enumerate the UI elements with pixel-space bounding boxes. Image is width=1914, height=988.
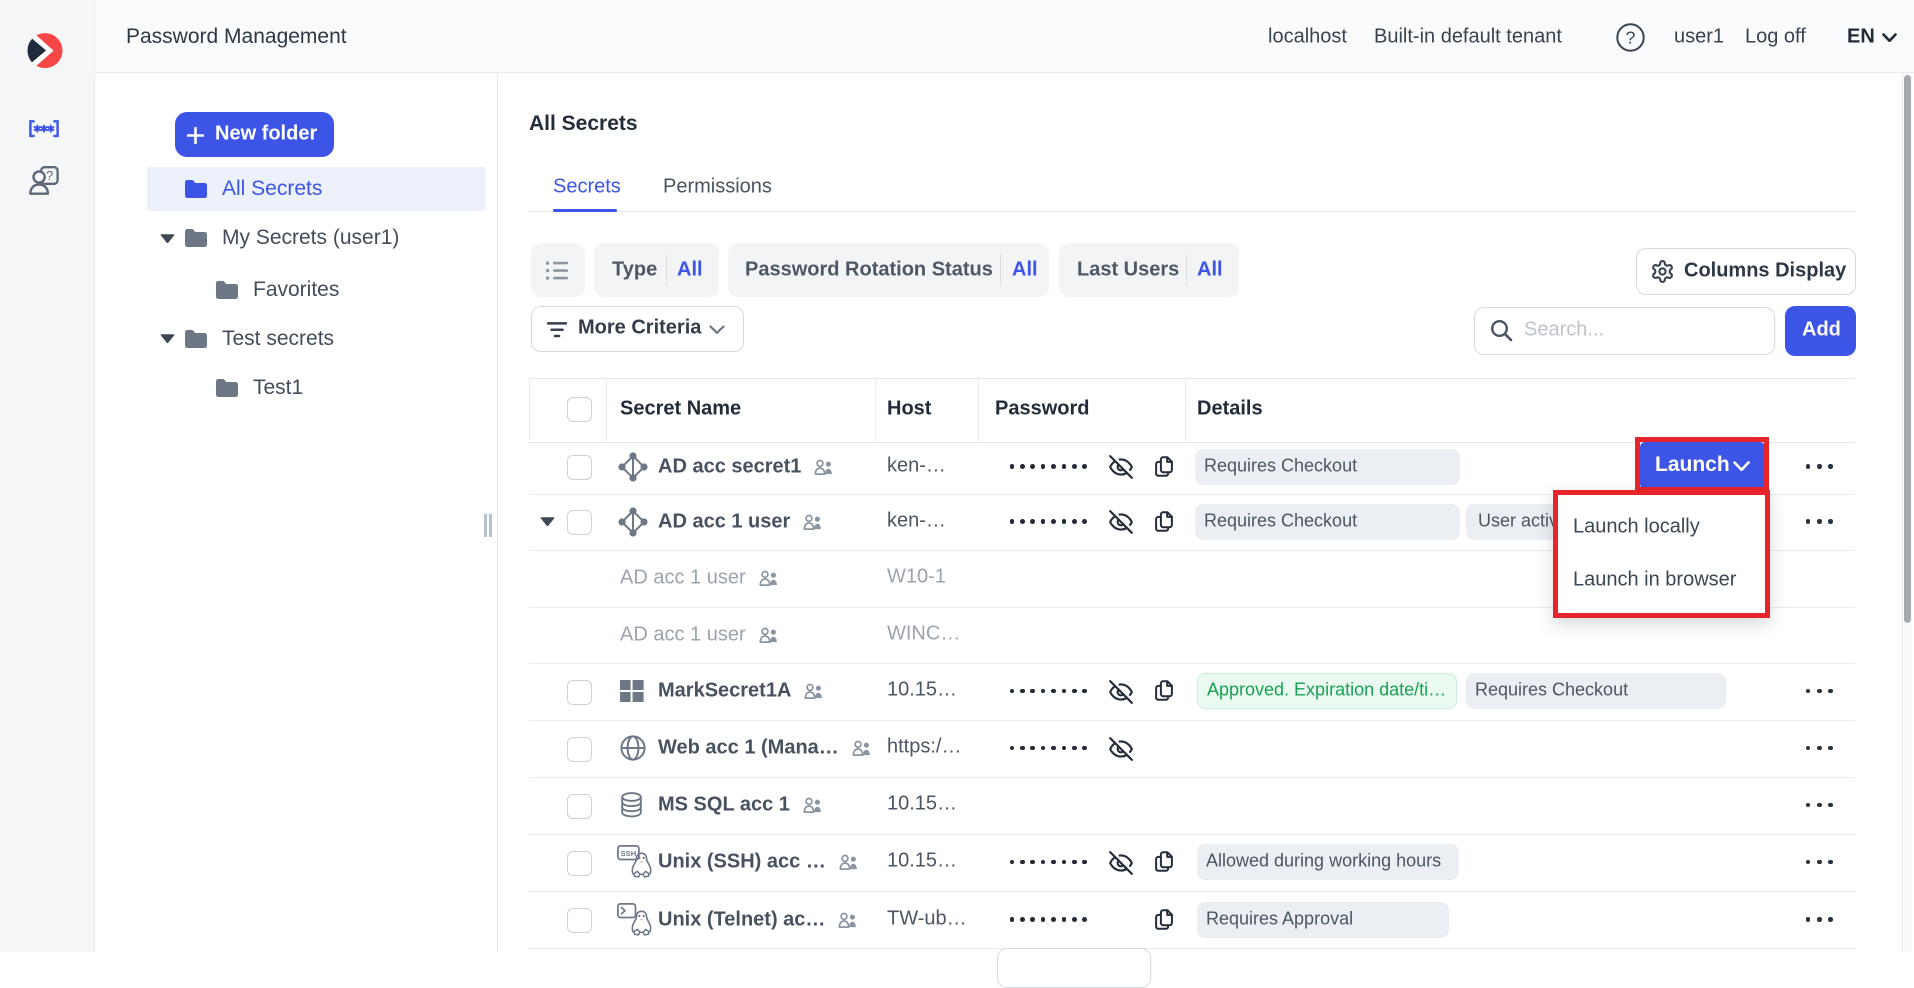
svg-text:?: ? xyxy=(1626,28,1636,48)
svg-text:?: ? xyxy=(46,168,53,183)
svg-text:SSH: SSH xyxy=(621,849,637,858)
